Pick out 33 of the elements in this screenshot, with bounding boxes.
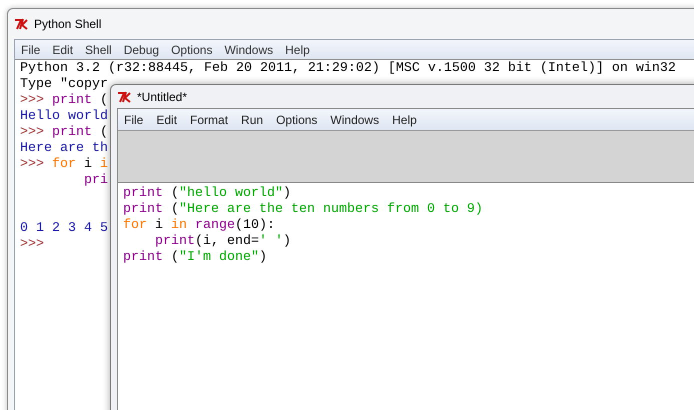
menu-item[interactable]: Run bbox=[241, 110, 264, 128]
code-line: print(i, end=' ') bbox=[154, 234, 291, 250]
menu-item[interactable]: File bbox=[21, 40, 40, 58]
feather-logo-icon bbox=[117, 90, 132, 102]
code-line: >>> print ( bbox=[20, 93, 108, 109]
window-title: Python Shell bbox=[34, 16, 102, 33]
menu-item[interactable]: Edit bbox=[52, 40, 74, 58]
code-line: pri bbox=[82, 173, 108, 189]
code-line: Here are th bbox=[20, 141, 108, 157]
menu-item[interactable]: Options bbox=[171, 40, 212, 58]
code-line: >>> for i i bbox=[20, 157, 108, 173]
menu-item[interactable]: Windows bbox=[330, 110, 380, 128]
code-line: for i in range(10): bbox=[123, 218, 275, 234]
code-line: print ("I'm done") bbox=[123, 250, 267, 266]
code-line: Type "copyr bbox=[20, 77, 108, 93]
code-line: Hello world bbox=[20, 109, 108, 125]
code-line: print ("hello world") bbox=[123, 186, 291, 202]
code-line: print ("Here are the ten numbers from 0 to 9) bbox=[123, 202, 483, 218]
menu-item[interactable]: Windows bbox=[224, 40, 274, 58]
menu-item[interactable]: File bbox=[124, 110, 144, 128]
menu-item[interactable]: Edit bbox=[156, 110, 178, 128]
menu-item[interactable]: Debug bbox=[124, 40, 160, 58]
menu-item[interactable]: Shell bbox=[85, 40, 112, 58]
menu-item[interactable]: Format bbox=[190, 110, 228, 128]
menu-item[interactable]: Options bbox=[276, 110, 318, 128]
feather-logo-icon bbox=[14, 18, 29, 30]
menu-item[interactable]: Help bbox=[392, 110, 417, 128]
code-line: 0 1 2 3 4 5 bbox=[20, 221, 108, 237]
window-title: *Untitled* bbox=[137, 88, 188, 106]
menu-item[interactable]: Help bbox=[285, 40, 310, 58]
code-line: >>> bbox=[20, 237, 44, 253]
code-line: >>> print ( bbox=[20, 125, 108, 141]
code-line: Python 3.2 (r32:88445, Feb 20 2011, 21:29:02) [MSC v.1500 32 bit (Intel)] on win32 bbox=[20, 61, 676, 77]
